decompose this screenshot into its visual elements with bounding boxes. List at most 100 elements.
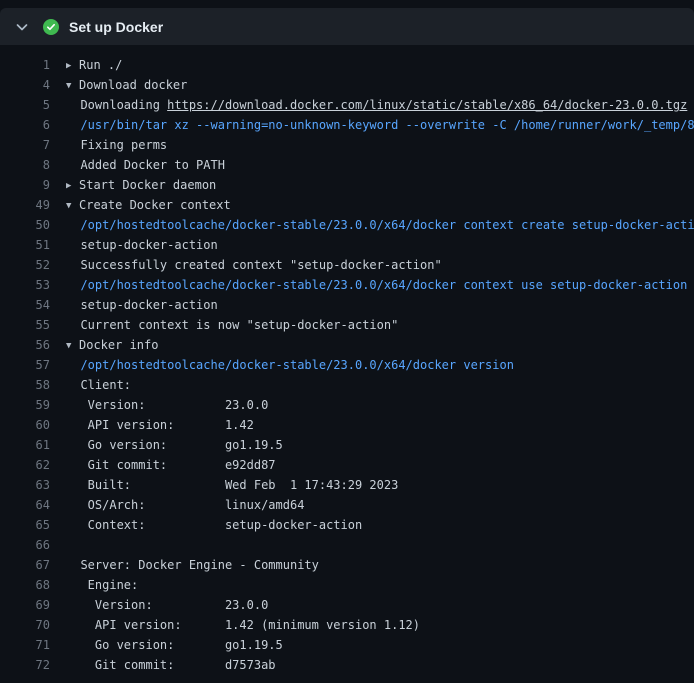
log-text: OS/Arch: linux/amd64 — [66, 495, 304, 515]
line-number[interactable]: 60 — [0, 415, 50, 435]
line-number[interactable]: 59 — [0, 395, 50, 415]
log-line: 4 ▼Download docker — [0, 75, 694, 95]
line-number[interactable]: 62 — [0, 455, 50, 475]
line-number[interactable]: 6 — [0, 115, 50, 135]
log-line: 53 /opt/hostedtoolcache/docker-stable/23… — [0, 275, 694, 295]
log-group-title[interactable]: ▶Start Docker daemon — [66, 175, 216, 195]
log-line: 1 ▶Run ./ — [0, 55, 694, 75]
log-text: Go version: go1.19.5 — [66, 435, 283, 455]
line-number[interactable]: 71 — [0, 635, 50, 655]
line-number[interactable]: 5 — [0, 95, 50, 115]
log-text: Client: — [66, 375, 131, 395]
log-line: 63 Built: Wed Feb 1 17:43:29 2023 — [0, 475, 694, 495]
log-line: 9 ▶Start Docker daemon — [0, 175, 694, 195]
step-title: Set up Docker — [69, 19, 163, 35]
line-number[interactable]: 65 — [0, 515, 50, 535]
group-expanded-icon[interactable]: ▼ — [66, 76, 79, 95]
log-line: 54 setup-docker-action — [0, 295, 694, 315]
line-number[interactable]: 52 — [0, 255, 50, 275]
group-expanded-icon[interactable]: ▼ — [66, 336, 79, 355]
log-text: /usr/bin/tar xz --warning=no-unknown-key… — [66, 115, 694, 135]
log-line: 62 Git commit: e92dd87 — [0, 455, 694, 475]
log-line: 59 Version: 23.0.0 — [0, 395, 694, 415]
log-line: 66 — [0, 535, 694, 555]
line-number[interactable]: 54 — [0, 295, 50, 315]
line-number[interactable]: 57 — [0, 355, 50, 375]
log-line: 57 /opt/hostedtoolcache/docker-stable/23… — [0, 355, 694, 375]
log-line: 69 Version: 23.0.0 — [0, 595, 694, 615]
line-number[interactable]: 69 — [0, 595, 50, 615]
line-number[interactable]: 8 — [0, 155, 50, 175]
log-group-title[interactable]: ▼Create Docker context — [66, 195, 231, 215]
line-number[interactable]: 49 — [0, 195, 50, 215]
log-line: 55 Current context is now "setup-docker-… — [0, 315, 694, 335]
line-number[interactable]: 67 — [0, 555, 50, 575]
log-text: Context: setup-docker-action — [66, 515, 362, 535]
log-group-title[interactable]: ▼Docker info — [66, 335, 158, 355]
log-line: 61 Go version: go1.19.5 — [0, 435, 694, 455]
log-text: Go version: go1.19.5 — [66, 635, 283, 655]
line-number[interactable]: 64 — [0, 495, 50, 515]
line-number[interactable]: 51 — [0, 235, 50, 255]
line-number[interactable]: 50 — [0, 215, 50, 235]
log-line: 56 ▼Docker info — [0, 335, 694, 355]
log-line: 64 OS/Arch: linux/amd64 — [0, 495, 694, 515]
log-line: 51 setup-docker-action — [0, 235, 694, 255]
log-line: 52 Successfully created context "setup-d… — [0, 255, 694, 275]
line-number[interactable]: 68 — [0, 575, 50, 595]
log-text: /opt/hostedtoolcache/docker-stable/23.0.… — [66, 215, 694, 235]
log-line: 50 /opt/hostedtoolcache/docker-stable/23… — [0, 215, 694, 235]
log-line: 65 Context: setup-docker-action — [0, 515, 694, 535]
log-text: Downloading https://download.docker.com/… — [66, 95, 687, 115]
line-number[interactable]: 63 — [0, 475, 50, 495]
log-text: Built: Wed Feb 1 17:43:29 2023 — [66, 475, 398, 495]
log-text: setup-docker-action — [66, 295, 218, 315]
line-number[interactable]: 7 — [0, 135, 50, 155]
log-text: setup-docker-action — [66, 235, 218, 255]
log-text: API version: 1.42 (minimum version 1.12) — [66, 615, 420, 635]
group-collapsed-icon[interactable]: ▶ — [66, 56, 79, 75]
log-text: API version: 1.42 — [66, 415, 254, 435]
log-line: 6 /usr/bin/tar xz --warning=no-unknown-k… — [0, 115, 694, 135]
log-text: Current context is now "setup-docker-act… — [66, 315, 398, 335]
log-lines: 1▶Run ./4▼Download docker5 Downloading h… — [0, 45, 694, 675]
log-line: 5 Downloading https://download.docker.co… — [0, 95, 694, 115]
log-line: 71 Go version: go1.19.5 — [0, 635, 694, 655]
line-number[interactable]: 55 — [0, 315, 50, 335]
log-text: /opt/hostedtoolcache/docker-stable/23.0.… — [66, 275, 687, 295]
log-text: Server: Docker Engine - Community — [66, 555, 319, 575]
log-text: Fixing perms — [66, 135, 167, 155]
line-number[interactable]: 66 — [0, 535, 50, 555]
log-group-title[interactable]: ▶Run ./ — [66, 55, 122, 75]
line-number[interactable]: 70 — [0, 615, 50, 635]
line-number[interactable]: 56 — [0, 335, 50, 355]
log-group-title[interactable]: ▼Download docker — [66, 75, 187, 95]
log-text: Version: 23.0.0 — [66, 395, 268, 415]
log-line: 60 API version: 1.42 — [0, 415, 694, 435]
line-number[interactable]: 1 — [0, 55, 50, 75]
chevron-down-icon[interactable] — [14, 19, 30, 35]
log-link[interactable]: https://download.docker.com/linux/static… — [167, 98, 687, 112]
group-expanded-icon[interactable]: ▼ — [66, 196, 79, 215]
line-number[interactable]: 72 — [0, 655, 50, 675]
log-line: 67 Server: Docker Engine - Community — [0, 555, 694, 575]
log-line: 72 Git commit: d7573ab — [0, 655, 694, 675]
step-header[interactable]: Set up Docker — [0, 8, 694, 45]
line-number[interactable]: 61 — [0, 435, 50, 455]
log-text: Git commit: d7573ab — [66, 655, 276, 675]
log-text: Successfully created context "setup-dock… — [66, 255, 442, 275]
check-circle-icon — [43, 19, 59, 35]
line-number[interactable]: 58 — [0, 375, 50, 395]
log-text: Version: 23.0.0 — [66, 595, 268, 615]
log-text: Added Docker to PATH — [66, 155, 225, 175]
group-collapsed-icon[interactable]: ▶ — [66, 176, 79, 195]
log-line: 7 Fixing perms — [0, 135, 694, 155]
log-line: 68 Engine: — [0, 575, 694, 595]
line-number[interactable]: 9 — [0, 175, 50, 195]
log-line: 70 API version: 1.42 (minimum version 1.… — [0, 615, 694, 635]
log-line: 58 Client: — [0, 375, 694, 395]
log-text: Git commit: e92dd87 — [66, 455, 276, 475]
line-number[interactable]: 53 — [0, 275, 50, 295]
log-line: 49 ▼Create Docker context — [0, 195, 694, 215]
line-number[interactable]: 4 — [0, 75, 50, 95]
